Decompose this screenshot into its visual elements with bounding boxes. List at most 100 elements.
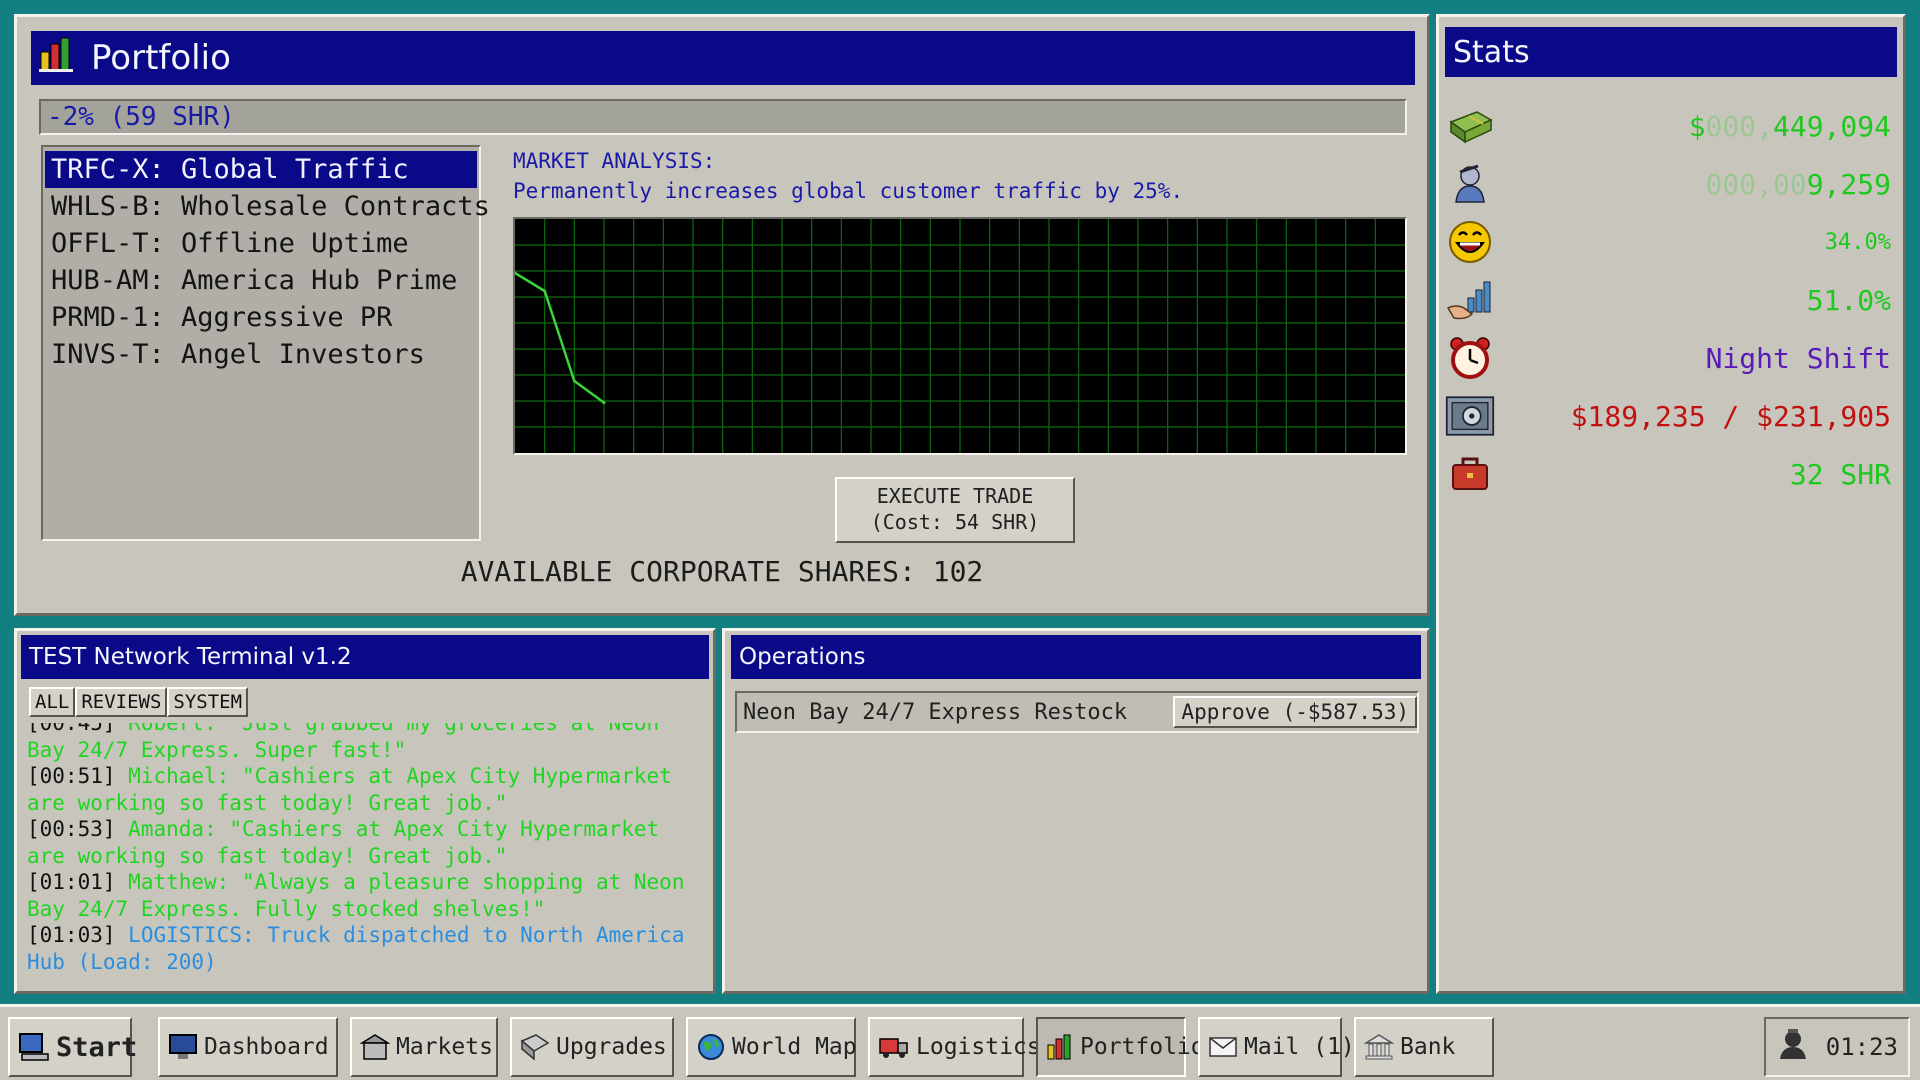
taskbar-bank-button[interactable]: Bank bbox=[1354, 1017, 1494, 1077]
briefcase-icon bbox=[1445, 449, 1495, 499]
happy-face-icon bbox=[1445, 217, 1495, 267]
operation-name: Neon Bay 24/7 Express Restock bbox=[743, 699, 1128, 725]
taskbar-mail-button[interactable]: Mail (1) bbox=[1198, 1017, 1355, 1077]
stat-vault-value: $189,235 / $231,905 bbox=[1570, 399, 1891, 433]
execute-trade-label: EXECUTE TRADE bbox=[876, 484, 1034, 508]
shr-status-bar: -2% (59 SHR) bbox=[39, 99, 1407, 135]
cash-stack-icon bbox=[1445, 101, 1495, 151]
stat-shift: Night Shift bbox=[1445, 333, 1897, 383]
taskbar-dashboard-button[interactable]: Dashboard bbox=[158, 1017, 338, 1077]
stat-vault: $189,235 / $231,905 bbox=[1445, 391, 1897, 441]
tab-system[interactable]: SYSTEM bbox=[167, 687, 249, 717]
price-chart-svg bbox=[513, 219, 1405, 453]
market-analysis-label: MARKET ANALYSIS: bbox=[513, 149, 716, 173]
globe-icon bbox=[696, 1032, 726, 1062]
terminal-window: TEST Network Terminal v1.2 ALL REVIEWS S… bbox=[14, 628, 716, 994]
price-point bbox=[572, 379, 576, 383]
price-line bbox=[514, 271, 605, 404]
stat-market-share: 51.0% bbox=[1445, 275, 1897, 325]
stat-market-share-value: 51.0% bbox=[1806, 283, 1891, 317]
start-button[interactable]: Start bbox=[8, 1017, 137, 1077]
stat-shares: 32 SHR bbox=[1445, 449, 1897, 499]
portfolio-chart-icon bbox=[39, 36, 79, 81]
stats-titlebar[interactable]: Stats bbox=[1445, 27, 1897, 77]
taskbar-dashboard-label: Dashboard bbox=[204, 1034, 329, 1060]
operation-item: Neon Bay 24/7 Express Restock Approve (-… bbox=[735, 691, 1419, 733]
stat-shares-value: 32 SHR bbox=[1789, 457, 1891, 491]
taskbar-upgrades-button[interactable]: Upgrades bbox=[510, 1017, 674, 1077]
log-line: [00:51] Michael: "Cashiers at Apex City … bbox=[27, 763, 699, 816]
stat-happiness-value: 34.0% bbox=[1824, 229, 1891, 255]
asset-item-prmd-1[interactable]: PRMD-1: Aggressive PR bbox=[45, 299, 477, 336]
stat-customers: 000,009,259 bbox=[1445, 159, 1897, 209]
price-chart bbox=[513, 217, 1407, 455]
stat-cash-amount: 449,094 bbox=[1772, 109, 1891, 143]
portfolio-chart-icon bbox=[1046, 1033, 1074, 1061]
taskbar-logistics-label: Logistics bbox=[916, 1034, 1041, 1060]
log-time: [00:45] bbox=[27, 723, 116, 735]
asset-item-whls-b[interactable]: WHLS-B: Wholesale Contracts bbox=[45, 188, 490, 225]
log-time: [00:53] bbox=[27, 817, 116, 841]
market-stall-icon bbox=[360, 1033, 390, 1061]
portfolio-titlebar[interactable]: Portfolio bbox=[31, 31, 1415, 85]
terminal-title: TEST Network Terminal v1.2 bbox=[29, 644, 352, 670]
taskbar-world-map-label: World Map bbox=[732, 1034, 857, 1060]
terminal-titlebar[interactable]: TEST Network Terminal v1.2 bbox=[21, 635, 709, 679]
asset-item-hub-am[interactable]: HUB-AM: America Hub Prime bbox=[45, 262, 477, 299]
asset-item-offl-t[interactable]: OFFL-T: Offline Uptime bbox=[45, 225, 477, 262]
log-time: [01:03] bbox=[27, 923, 116, 947]
execute-trade-cost: (Cost: 54 SHR) bbox=[870, 510, 1040, 534]
taskbar-clock: 01:23 bbox=[1825, 1033, 1898, 1061]
asset-item-invs-t[interactable]: INVS-T: Angel Investors bbox=[45, 336, 477, 373]
start-label: Start bbox=[56, 1031, 138, 1063]
stat-cash-ghost: 000, bbox=[1705, 109, 1773, 143]
terminal-tabs: ALL REVIEWS SYSTEM bbox=[29, 687, 249, 717]
log-time: [00:51] bbox=[27, 764, 116, 788]
vault-safe-icon bbox=[1445, 391, 1495, 441]
market-analysis-text: Permanently increases global customer tr… bbox=[513, 179, 1184, 203]
truck-icon bbox=[878, 1033, 910, 1061]
customers-icon bbox=[1445, 159, 1495, 209]
log-message: Amanda: "Cashiers at Apex City Hypermark… bbox=[27, 817, 660, 868]
stat-cash-value: $000,449,094 bbox=[1495, 110, 1897, 143]
available-shares: AVAILABLE CORPORATE SHARES: 102 bbox=[460, 555, 984, 588]
log-line: [01:01] Matthew: "Always a pleasure shop… bbox=[27, 869, 699, 922]
envelope-icon bbox=[1208, 1035, 1238, 1059]
operations-titlebar[interactable]: Operations bbox=[731, 635, 1421, 679]
operations-title: Operations bbox=[739, 644, 866, 670]
taskbar-mail-label: Mail (1) bbox=[1244, 1034, 1355, 1060]
upgrade-box-icon bbox=[520, 1033, 550, 1061]
alarm-clock-icon bbox=[1445, 333, 1495, 383]
taskbar: Start Dashboard Markets Upgrades World M… bbox=[0, 1004, 1920, 1080]
tab-reviews[interactable]: REVIEWS bbox=[75, 687, 168, 717]
computer-icon bbox=[18, 1031, 50, 1063]
taskbar-world-map-button[interactable]: World Map bbox=[686, 1017, 857, 1077]
taskbar-portfolio-button[interactable]: Portfolio bbox=[1036, 1017, 1205, 1077]
stock-growth-icon bbox=[1445, 275, 1495, 325]
log-line: [01:03] LOGISTICS: Truck dispatched to N… bbox=[27, 922, 699, 975]
log-line: [00:45] Robert: "Just grabbed my groceri… bbox=[27, 723, 699, 763]
log-message: LOGISTICS: Truck dispatched to North Ame… bbox=[27, 923, 685, 974]
taskbar-upgrades-label: Upgrades bbox=[556, 1034, 667, 1060]
log-message: Michael: "Cashiers at Apex City Hypermar… bbox=[27, 764, 672, 815]
price-point bbox=[602, 401, 606, 405]
bank-building-icon bbox=[1364, 1033, 1394, 1061]
network-user-icon[interactable] bbox=[1776, 1027, 1810, 1067]
asset-item-trfc-x[interactable]: TRFC-X: Global Traffic bbox=[45, 151, 477, 188]
stat-customers-amount: 9,259 bbox=[1806, 167, 1891, 201]
taskbar-markets-button[interactable]: Markets bbox=[350, 1017, 498, 1077]
portfolio-title: Portfolio bbox=[91, 38, 231, 78]
stat-shift-value: Night Shift bbox=[1705, 341, 1891, 375]
asset-list: TRFC-X: Global Traffic WHLS-B: Wholesale… bbox=[41, 145, 490, 541]
stats-window: Stats $000,449,094 000,009,259 34.0% 51.… bbox=[1436, 14, 1906, 994]
stat-customers-ghost: 000,00 bbox=[1705, 167, 1807, 201]
stat-cash-prefix: $ bbox=[1688, 109, 1706, 143]
terminal-log[interactable]: [00:45] Robert: "Just grabbed my groceri… bbox=[27, 723, 699, 985]
tab-all[interactable]: ALL bbox=[29, 687, 76, 717]
log-message: Robert: "Just grabbed my groceries at Ne… bbox=[27, 723, 660, 762]
taskbar-portfolio-label: Portfolio bbox=[1080, 1034, 1205, 1060]
stat-customers-value: 000,009,259 bbox=[1495, 168, 1897, 201]
approve-button[interactable]: Approve (-$587.53) bbox=[1173, 696, 1417, 728]
taskbar-logistics-button[interactable]: Logistics bbox=[868, 1017, 1041, 1077]
execute-trade-button[interactable]: EXECUTE TRADE (Cost: 54 SHR) bbox=[835, 477, 1075, 543]
